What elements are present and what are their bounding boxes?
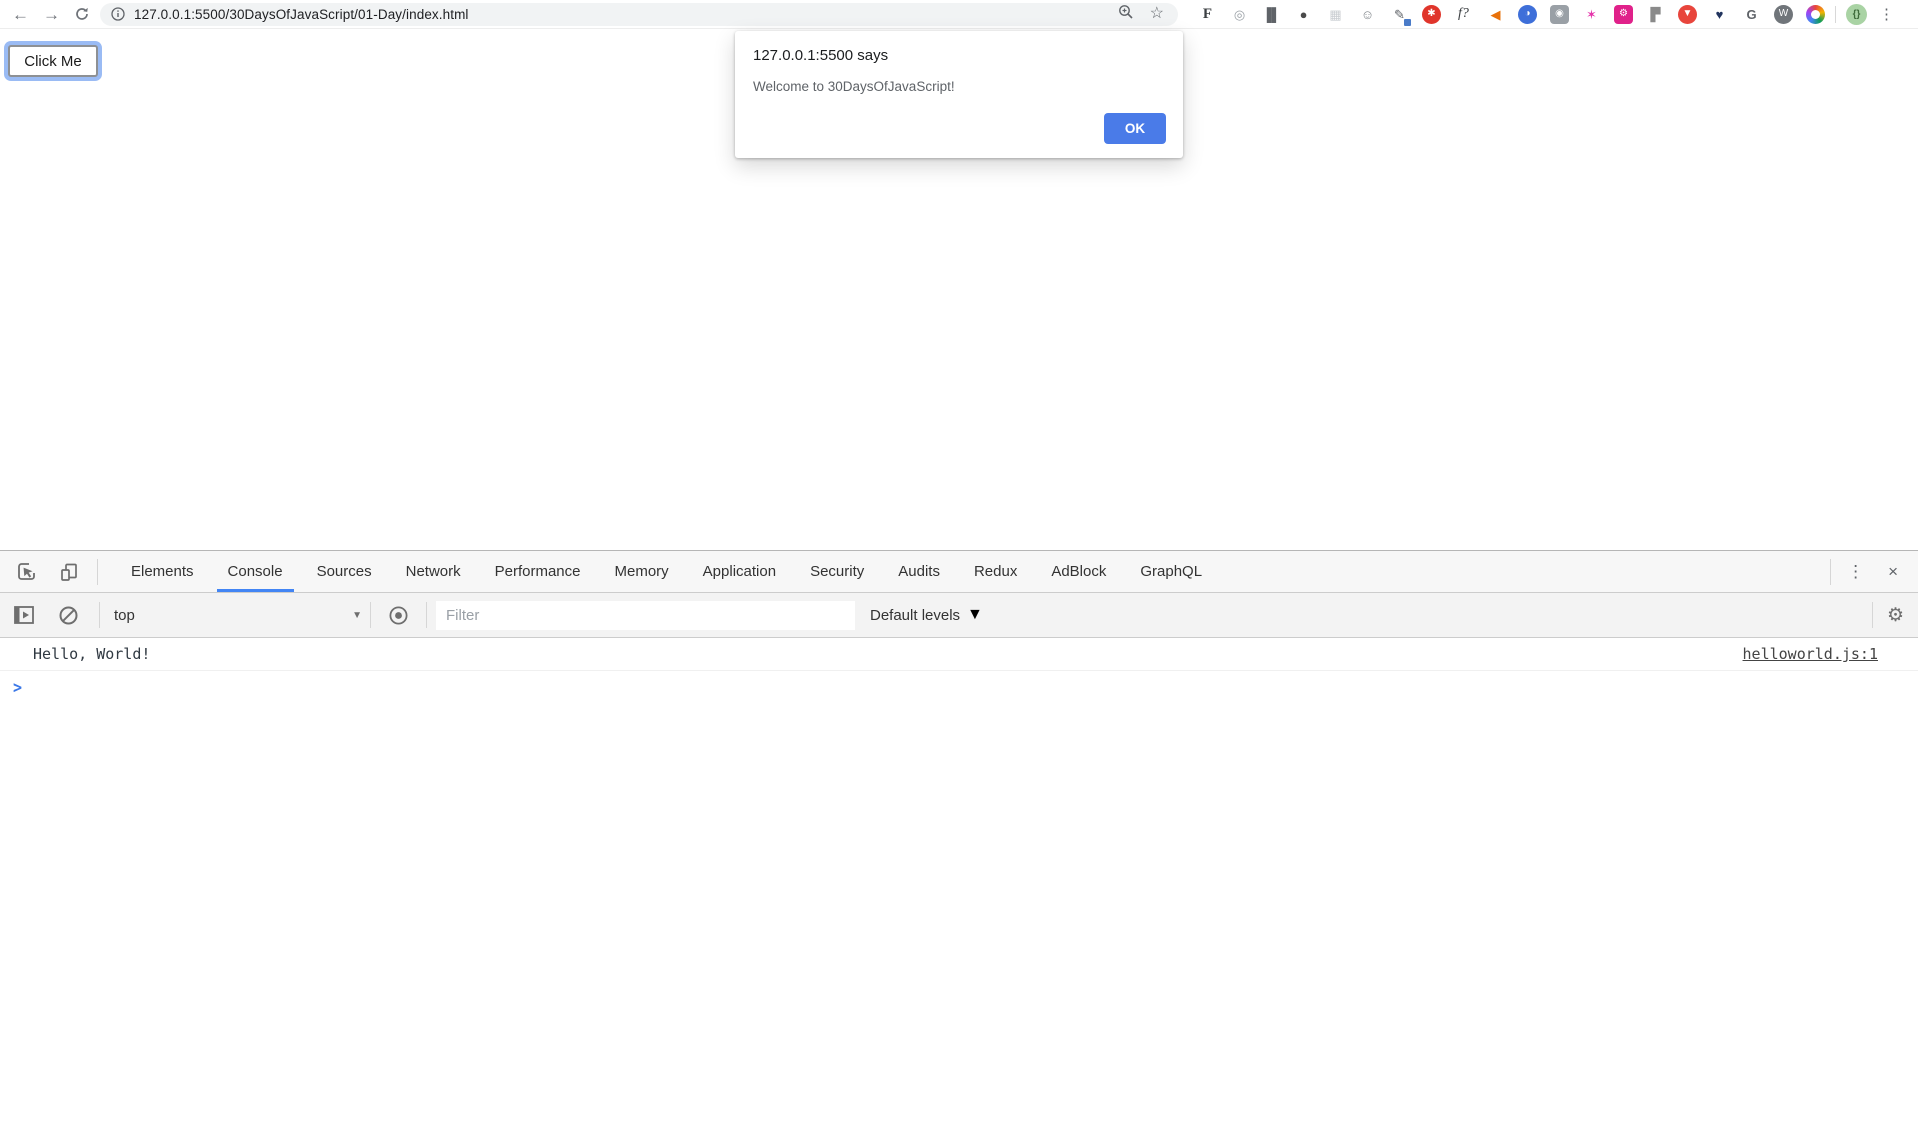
alert-dialog-title: 127.0.0.1:5500 says	[753, 47, 888, 64]
gear-square-extension-icon[interactable]: ⚙	[1614, 5, 1633, 24]
g-letter-extension-icon[interactable]: G	[1742, 5, 1761, 24]
extensions-area: F ◎ ▐▌ ● ▦ ☺ ✎ ✱ f? ◀ ◑ ◉ ✶ ⚙ ▛ ▼ ♥ GW	[1198, 5, 1825, 24]
tab-console[interactable]: Console	[211, 551, 300, 592]
tab-redux[interactable]: Redux	[957, 551, 1034, 592]
context-caret-icon: ▼	[352, 610, 362, 621]
tab-graphql[interactable]: GraphQL	[1123, 551, 1219, 592]
devtools-panel: Elements Console Sources Network Perform…	[0, 550, 1918, 1146]
url-text[interactable]: 127.0.0.1:5500/30DaysOfJavaScript/01-Day…	[134, 7, 1118, 22]
tab-sources[interactable]: Sources	[300, 551, 389, 592]
log-levels-selector[interactable]: Default levels ▼	[870, 606, 983, 624]
toolbar-separator-3	[426, 602, 427, 628]
bug-extension-icon[interactable]: ●	[1294, 5, 1313, 24]
stop-hand-extension-icon[interactable]: ✱	[1422, 5, 1441, 24]
toolbar-separator-1	[99, 602, 100, 628]
orb-extension-icon[interactable]: ◑	[1518, 5, 1537, 24]
devtools-window-controls: ⋮ ×	[1830, 559, 1918, 585]
toolbar-separator-2	[370, 602, 371, 628]
console-prompt-row[interactable]: >	[0, 671, 1918, 703]
browser-toolbar: ← → 127.0.0.1:5500/30DaysOfJavaScript/01…	[0, 0, 1918, 29]
toolbar-separator	[1835, 6, 1836, 23]
tab-adblock[interactable]: AdBlock	[1034, 551, 1123, 592]
tab-security[interactable]: Security	[793, 551, 881, 592]
back-icon[interactable]: ←	[12, 6, 29, 23]
console-filter-input[interactable]	[436, 601, 855, 630]
profile-avatar[interactable]: {}	[1846, 4, 1867, 25]
omnibox-actions: ☆	[1118, 4, 1168, 25]
devtools-left-icons	[0, 561, 97, 582]
context-selector[interactable]: top ▼	[114, 607, 362, 624]
forward-icon[interactable]: →	[43, 6, 60, 23]
console-source-link[interactable]: helloworld.js:1	[1743, 645, 1878, 663]
bookmark-star-icon[interactable]: ☆	[1150, 6, 1164, 22]
alert-ok-button[interactable]: OK	[1104, 113, 1166, 144]
devtools-close-icon[interactable]: ×	[1880, 562, 1906, 582]
page-info-icon[interactable]	[111, 7, 125, 21]
grid-extension-icon[interactable]: ▦	[1326, 5, 1345, 24]
tab-network[interactable]: Network	[389, 551, 478, 592]
eyedropper-extension-icon[interactable]: ✎	[1390, 5, 1409, 24]
blocks-extension-icon[interactable]: ▛	[1646, 5, 1665, 24]
atom-extension-icon[interactable]: ◎	[1230, 5, 1249, 24]
inspect-element-icon[interactable]	[16, 561, 37, 582]
console-settings-gear-icon[interactable]: ⚙	[1873, 604, 1918, 627]
megaphone-extension-icon[interactable]: ◀	[1486, 5, 1505, 24]
device-toolbar-icon[interactable]	[59, 562, 79, 582]
levels-caret-icon: ▼	[967, 606, 983, 624]
tab-application[interactable]: Application	[686, 551, 793, 592]
devtools-menu-icon[interactable]: ⋮	[1835, 562, 1876, 582]
smiley-extension-icon[interactable]: ☺	[1358, 5, 1377, 24]
console-output: Hello, World! helloworld.js:1 >	[0, 638, 1918, 1146]
screen: ← → 127.0.0.1:5500/30DaysOfJavaScript/01…	[0, 0, 1918, 1146]
tab-performance[interactable]: Performance	[478, 551, 598, 592]
graphql-extension-icon[interactable]: ✶	[1582, 5, 1601, 24]
console-log-row: Hello, World! helloworld.js:1	[0, 638, 1918, 671]
columns-extension-icon[interactable]: ▐▌	[1262, 5, 1281, 24]
devtools-tabbar: Elements Console Sources Network Perform…	[0, 551, 1918, 593]
zoom-icon[interactable]	[1118, 4, 1134, 25]
browser-nav: ← →	[0, 6, 100, 23]
console-toolbar: top ▼ Default levels ▼ ⚙	[0, 593, 1918, 638]
alert-dialog-message: Welcome to 30DaysOfJavaScript!	[753, 79, 955, 94]
tab-audits[interactable]: Audits	[881, 551, 957, 592]
click-me-button[interactable]: Click Me	[8, 45, 98, 77]
levels-label: Default levels	[870, 607, 960, 624]
tabbar-separator	[97, 559, 98, 585]
controls-separator	[1830, 559, 1831, 585]
alert-dialog: 127.0.0.1:5500 says Welcome to 30DaysOfJ…	[735, 31, 1183, 158]
console-message: Hello, World!	[33, 645, 1743, 663]
live-expression-eye-icon[interactable]	[387, 604, 410, 627]
clear-console-icon[interactable]	[58, 605, 79, 626]
tab-elements[interactable]: Elements	[114, 551, 211, 592]
console-prompt-chevron-icon: >	[13, 677, 22, 698]
console-sidebar-icon[interactable]	[12, 603, 36, 627]
address-bar[interactable]: 127.0.0.1:5500/30DaysOfJavaScript/01-Day…	[100, 3, 1178, 26]
tab-memory[interactable]: Memory	[598, 551, 686, 592]
browser-menu-icon[interactable]: ⋮	[1867, 5, 1908, 23]
camera-extension-icon[interactable]: ◉	[1550, 5, 1569, 24]
w-circle-extension-icon[interactable]: W	[1774, 5, 1793, 24]
bookmark-extension-icon[interactable]: ▼	[1678, 5, 1697, 24]
reload-icon[interactable]	[74, 6, 90, 22]
context-label: top	[114, 607, 352, 624]
rainbow-extension-icon[interactable]	[1806, 5, 1825, 24]
math-extension-icon[interactable]: f?	[1454, 5, 1473, 24]
font-capture-extension-icon[interactable]: F	[1198, 5, 1217, 24]
heart-search-extension-icon[interactable]: ♥	[1710, 5, 1729, 24]
devtools-tabs: Elements Console Sources Network Perform…	[114, 551, 1830, 592]
